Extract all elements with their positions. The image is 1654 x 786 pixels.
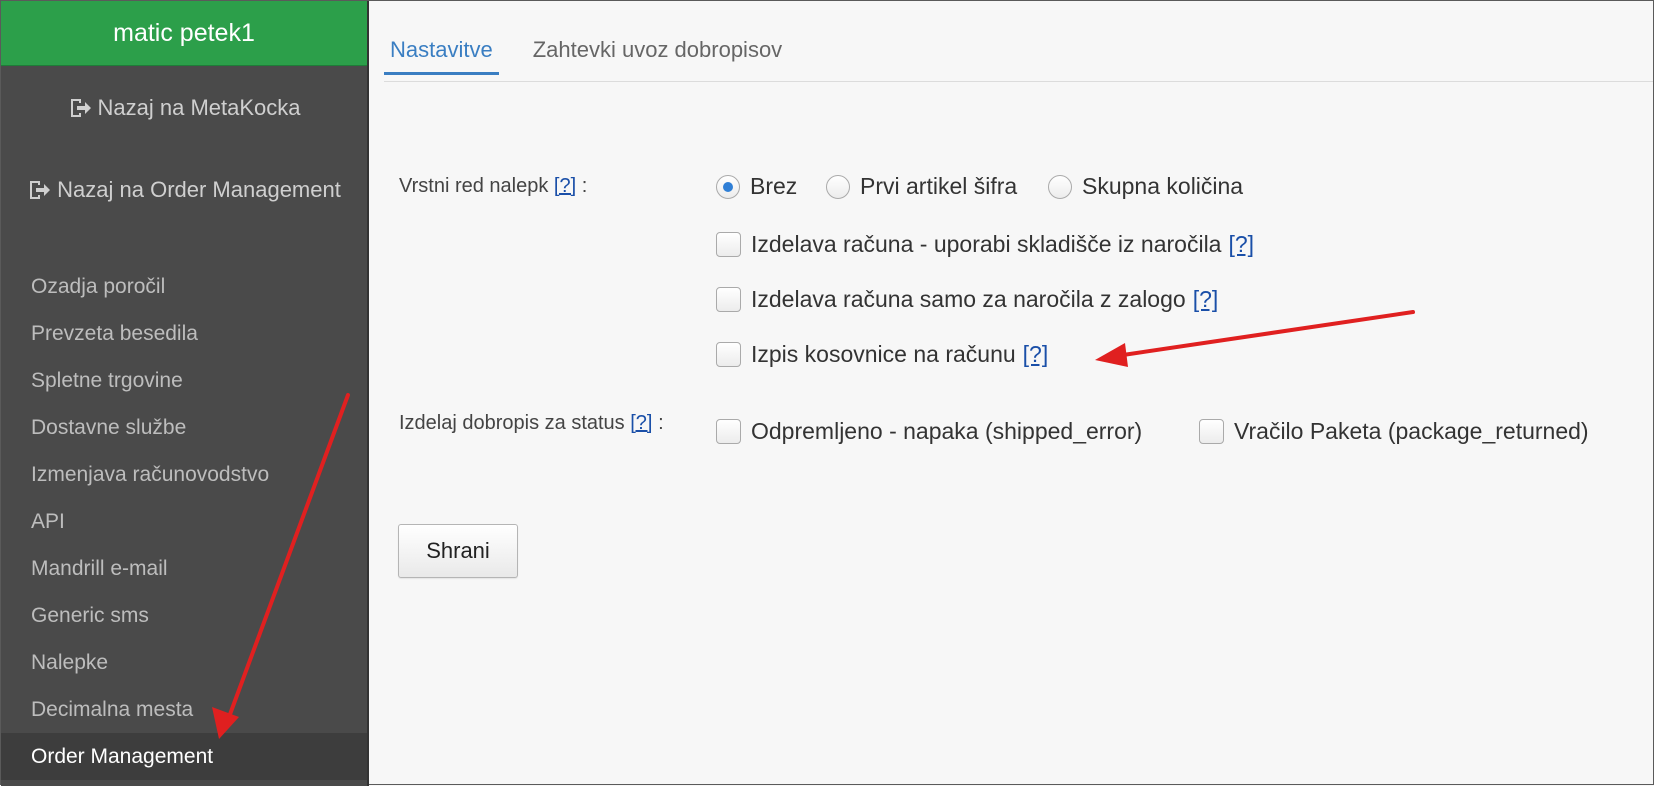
sidebar-item-dostavne-sluzbe[interactable]: Dostavne službe [1, 404, 367, 451]
sidebar-item-ozadja-porocil[interactable]: Ozadja poročil [1, 263, 367, 310]
sidebar-item-prevzeta-besedila[interactable]: Prevzeta besedila [1, 310, 367, 357]
checkbox-label: Izdelava računa - uporabi skladišče iz n… [751, 231, 1222, 257]
radio-label: Skupna količina [1082, 173, 1244, 199]
sidebar-item-mandrill-email[interactable]: Mandrill e-mail [1, 545, 367, 592]
user-name: matic petek1 [1, 1, 367, 66]
tab-bar: Nastavitve Zahtevki uvoz dobropisov [384, 29, 1653, 82]
sign-out-icon [70, 99, 91, 117]
checkbox-label: Izdelava računa samo za naročila z zalog… [751, 286, 1186, 312]
checkbox[interactable] [716, 232, 741, 257]
radio-option-skupna-kolicina[interactable]: Skupna količina [1048, 173, 1243, 200]
back-link-label: Nazaj na Order Management [57, 177, 341, 202]
help-link[interactable]: [?] [554, 175, 576, 197]
save-button[interactable]: Shrani [398, 524, 518, 578]
credit-note-status-label: Izdelaj dobropis za status [?] : [399, 412, 664, 435]
radio-button[interactable] [1048, 174, 1072, 199]
help-link[interactable]: [?] [1023, 341, 1049, 368]
radio-button[interactable] [716, 174, 740, 199]
help-link[interactable]: [?] [630, 412, 652, 434]
sidebar-item-izmenjava-racunovodstvo[interactable]: Izmenjava računovodstvo [1, 451, 367, 498]
back-link-label: Nazaj na MetaKocka [97, 95, 301, 120]
label-separator: : [658, 412, 664, 434]
credit-note-label-text: Izdelaj dobropis za status [399, 412, 625, 434]
sign-out-icon [30, 181, 51, 199]
sort-order-label-text: Vrstni red nalepk [399, 175, 549, 197]
tab-nastavitve[interactable]: Nastavitve [384, 29, 499, 75]
radio-option-prvi-artikel-sifra[interactable]: Prvi artikel šifra [826, 173, 1017, 200]
checkbox-shipped-error[interactable]: Odpremljeno - napaka (shipped_error) [716, 418, 1142, 445]
label-separator: : [581, 175, 588, 197]
checkbox-package-returned[interactable]: Vračilo Paketa (package_returned) [1199, 418, 1589, 445]
checkbox-label: Izpis kosovnice na računu [751, 341, 1016, 367]
sidebar-item-decimalna-mesta[interactable]: Decimalna mesta [1, 686, 367, 733]
sidebar: matic petek1 Nazaj na MetaKocka Nazaj na… [1, 1, 369, 786]
sidebar-item-generic-sms[interactable]: Generic sms [1, 592, 367, 639]
checkbox-label: Vračilo Paketa (package_returned) [1234, 418, 1589, 444]
checkbox[interactable] [716, 342, 741, 367]
radio-label: Prvi artikel šifra [860, 173, 1018, 199]
help-link[interactable]: [?] [1228, 231, 1254, 258]
radio-label: Brez [750, 173, 798, 199]
main-content: Nastavitve Zahtevki uvoz dobropisov Vrst… [369, 1, 1653, 786]
checkbox[interactable] [716, 287, 741, 312]
checkbox[interactable] [716, 419, 741, 444]
checkbox-label: Odpremljeno - napaka (shipped_error) [751, 418, 1143, 444]
back-to-metakocka-link[interactable]: Nazaj na MetaKocka [1, 95, 367, 121]
radio-selected-dot [723, 181, 733, 192]
checkbox-samo-z-zalogo[interactable]: Izdelava računa samo za naročila z zalog… [716, 286, 1218, 313]
checkbox-skladisce-iz-narocila[interactable]: Izdelava računa - uporabi skladišče iz n… [716, 231, 1254, 258]
tab-zahtevki-uvoz-dobropisov[interactable]: Zahtevki uvoz dobropisov [527, 29, 788, 73]
checkbox-izpis-kosovnice[interactable]: Izpis kosovnice na računu [?] [716, 341, 1048, 368]
radio-option-brez[interactable]: Brez [716, 173, 797, 200]
sidebar-item-spletne-trgovine[interactable]: Spletne trgovine [1, 357, 367, 404]
sidebar-item-order-management[interactable]: Order Management [1, 733, 367, 780]
sidebar-item-nalepke[interactable]: Nalepke [1, 639, 367, 686]
sort-order-label: Vrstni red nalepk [?] : [399, 175, 587, 198]
sidebar-item-api[interactable]: API [1, 498, 367, 545]
checkbox[interactable] [1199, 419, 1224, 444]
radio-button[interactable] [826, 174, 850, 199]
back-to-order-management-link[interactable]: Nazaj na Order Management [1, 177, 367, 203]
help-link[interactable]: [?] [1193, 286, 1219, 313]
sidebar-nav: Ozadja poročil Prevzeta besedila Spletne… [1, 263, 367, 780]
